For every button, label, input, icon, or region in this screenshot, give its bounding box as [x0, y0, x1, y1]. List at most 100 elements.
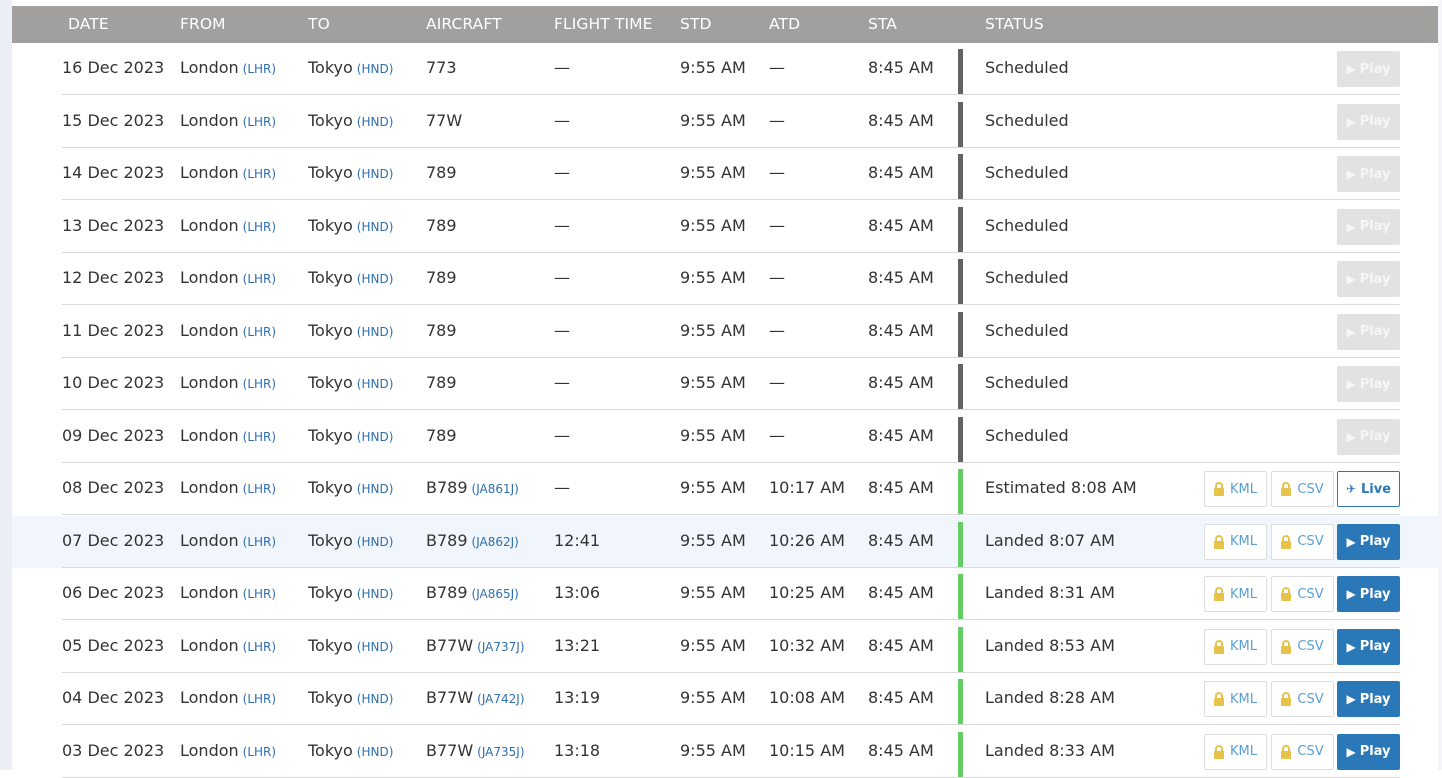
play-button[interactable]: ▶ Play: [1337, 681, 1400, 717]
lock-icon: [1214, 639, 1224, 654]
csv-download-button[interactable]: CSV: [1271, 576, 1334, 612]
atd-time: 10:32 AM: [769, 635, 845, 655]
destination: Tokyo (HND): [308, 268, 393, 287]
table-row[interactable]: 09 Dec 2023 London (LHR) Tokyo (HND) 789 — 9:55…: [12, 411, 1438, 463]
csv-download-button[interactable]: CSV: [1271, 523, 1334, 560]
origin-code-link[interactable]: (LHR): [243, 692, 276, 706]
aircraft-registration-link[interactable]: (JA737J): [477, 640, 524, 654]
play-button[interactable]: ▶ Play: [1337, 313, 1400, 350]
flight-date: 10 Dec 2023: [62, 373, 165, 392]
aircraft-type: B77W: [426, 740, 474, 760]
aircraft-registration-link[interactable]: (JA742J): [477, 692, 524, 706]
status-text: Scheduled: [985, 373, 1069, 392]
origin-code-link[interactable]: (LHR): [243, 325, 276, 339]
play-button[interactable]: ▶ Play: [1337, 261, 1400, 297]
origin-code-link[interactable]: (LHR): [243, 745, 276, 759]
lock-icon: [1281, 692, 1292, 706]
table-row[interactable]: 16 Dec 2023 London (LHR) Tokyo (HND) 773 — 9:55…: [12, 43, 1438, 95]
status-text: Scheduled: [985, 58, 1069, 77]
aircraft: 789: [426, 163, 457, 182]
flight-time: —: [554, 425, 570, 445]
play-button[interactable]: ▶ Play: [1337, 366, 1400, 402]
destination-code-link[interactable]: (HND): [357, 692, 394, 706]
kml-download-button[interactable]: KML: [1204, 523, 1267, 560]
origin-code-link[interactable]: (LHR): [243, 220, 276, 234]
flight-date: 12 Dec 2023: [62, 268, 165, 287]
table-row[interactable]: 05 Dec 2023 London (LHR) Tokyo (HND) B77W (JA7…: [12, 621, 1438, 673]
destination-code-link[interactable]: (HND): [357, 167, 394, 181]
csv-download-button[interactable]: CSV: [1271, 471, 1334, 507]
kml-download-button[interactable]: KML: [1204, 681, 1267, 717]
kml-download-button[interactable]: KML: [1204, 576, 1267, 612]
destination: Tokyo (HND): [308, 531, 393, 550]
play-button[interactable]: ▶ Play: [1337, 418, 1400, 455]
destination-code-link[interactable]: (HND): [357, 587, 394, 601]
aircraft-registration-link[interactable]: (JA865J): [472, 587, 519, 601]
table-row[interactable]: 14 Dec 2023 London (LHR) Tokyo (HND) 789 — 9:55…: [12, 148, 1438, 200]
table-row[interactable]: 11 Dec 2023 London (LHR) Tokyo (HND) 789 — 9:55…: [12, 306, 1438, 358]
aircraft-registration-link[interactable]: (JA735J): [477, 745, 524, 759]
origin-code-link[interactable]: (LHR): [243, 62, 276, 76]
play-button[interactable]: ▶ Play: [1337, 576, 1400, 612]
origin-code-link[interactable]: (LHR): [243, 430, 276, 444]
destination-code-link[interactable]: (HND): [357, 325, 394, 339]
table-row[interactable]: 15 Dec 2023 London (LHR) Tokyo (HND) 77W — 9:55…: [12, 96, 1438, 148]
live-button[interactable]: ✈ Live: [1337, 471, 1400, 507]
destination-code-link[interactable]: (HND): [357, 115, 394, 129]
destination-code-link[interactable]: (HND): [357, 62, 394, 76]
destination-code-link[interactable]: (HND): [357, 482, 394, 496]
flight-time: 13:19: [554, 688, 601, 707]
origin-code-link[interactable]: (LHR): [243, 535, 276, 549]
origin-code-link[interactable]: (LHR): [243, 482, 276, 496]
destination-code-link[interactable]: (HND): [357, 640, 394, 654]
table-row[interactable]: 06 Dec 2023 London (LHR) Tokyo (HND) B789 (JA8…: [12, 568, 1438, 620]
table-row[interactable]: 04 Dec 2023 London (LHR) Tokyo (HND) B77W (JA7…: [12, 673, 1438, 725]
destination-city: Tokyo: [308, 688, 353, 707]
csv-download-button[interactable]: CSV: [1271, 628, 1334, 665]
destination: Tokyo (HND): [308, 583, 393, 602]
destination-code-link[interactable]: (HND): [357, 220, 394, 234]
table-row[interactable]: 13 Dec 2023 London (LHR) Tokyo (HND) 789 — 9:55…: [12, 201, 1438, 253]
origin: London (LHR): [180, 478, 276, 497]
destination-code-link[interactable]: (HND): [357, 535, 394, 549]
table-row[interactable]: 07 Dec 2023 London (LHR) Tokyo (HND) B789 (JA8…: [12, 515, 1438, 568]
play-icon: ▶: [1346, 744, 1356, 759]
play-button[interactable]: ▶ Play: [1337, 523, 1400, 560]
play-button[interactable]: ▶ Play: [1337, 103, 1400, 140]
origin-code-link[interactable]: (LHR): [243, 115, 276, 129]
table-row[interactable]: 08 Dec 2023 London (LHR) Tokyo (HND) B789 (JA8…: [12, 463, 1438, 515]
origin-code-link[interactable]: (LHR): [243, 272, 276, 286]
destination: Tokyo (HND): [308, 636, 393, 655]
destination-code-link[interactable]: (HND): [357, 430, 394, 444]
destination-code-link[interactable]: (HND): [357, 745, 394, 759]
csv-label: CSV: [1297, 534, 1324, 549]
destination-code-link[interactable]: (HND): [357, 272, 394, 286]
kml-download-button[interactable]: KML: [1204, 733, 1267, 770]
aircraft-registration-link[interactable]: (JA862J): [472, 535, 519, 549]
std-time: 9:55 AM: [680, 583, 746, 602]
std-time: 9:55 AM: [680, 163, 746, 182]
play-icon: ▶: [1346, 587, 1356, 601]
destination-city: Tokyo: [308, 478, 353, 497]
destination-code-link[interactable]: (HND): [357, 377, 394, 391]
kml-download-button[interactable]: KML: [1204, 471, 1267, 507]
play-button[interactable]: ▶ Play: [1337, 51, 1400, 87]
flight-time: 13:18: [554, 740, 601, 760]
csv-download-button[interactable]: CSV: [1271, 681, 1334, 717]
table-row[interactable]: 10 Dec 2023 London (LHR) Tokyo (HND) 789 — 9:55…: [12, 358, 1438, 410]
origin-code-link[interactable]: (LHR): [243, 587, 276, 601]
origin-city: London: [180, 58, 239, 77]
play-button[interactable]: ▶ Play: [1337, 208, 1400, 245]
origin-code-link[interactable]: (LHR): [243, 167, 276, 181]
origin-code-link[interactable]: (LHR): [243, 640, 276, 654]
kml-download-button[interactable]: KML: [1204, 628, 1267, 665]
play-button[interactable]: ▶ Play: [1337, 628, 1400, 665]
play-button[interactable]: ▶ Play: [1337, 733, 1400, 770]
aircraft-registration-link[interactable]: (JA861J): [472, 482, 519, 496]
csv-download-button[interactable]: CSV: [1271, 733, 1334, 770]
aircraft-type: B77W: [426, 688, 474, 707]
aircraft: B789 (JA861J): [426, 478, 519, 497]
play-button[interactable]: ▶ Play: [1337, 156, 1400, 192]
origin-code-link[interactable]: (LHR): [243, 377, 276, 391]
table-row[interactable]: 12 Dec 2023 London (LHR) Tokyo (HND) 789 — 9:55…: [12, 253, 1438, 305]
